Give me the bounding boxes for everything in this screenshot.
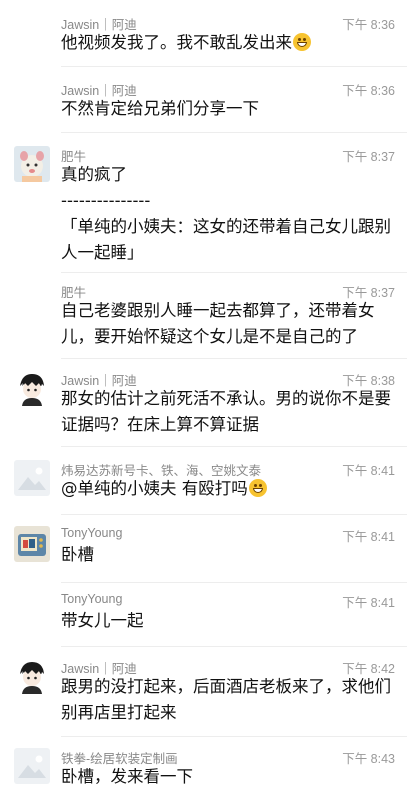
message-text[interactable]: 卧槽 xyxy=(61,542,396,568)
message-text[interactable]: 不然肯定给兄弟们分享一下 xyxy=(61,96,396,122)
grin-emoji-icon xyxy=(293,33,311,51)
cartoon-animal-avatar[interactable] xyxy=(14,146,50,182)
anime-boy-avatar[interactable] xyxy=(14,370,50,406)
message-text[interactable]: 真的疯了 --------------- 「单纯的小姨夫：这女的还带着自己女儿跟… xyxy=(61,162,396,266)
message-text[interactable]: 带女儿一起 xyxy=(61,608,396,634)
message-text[interactable]: 跟男的没打起来，后面酒店老板来了，求他们别再店里打起来 xyxy=(61,674,396,726)
retro-tv-avatar[interactable] xyxy=(14,526,50,562)
message-divider xyxy=(61,446,407,447)
anime-boy-avatar[interactable] xyxy=(14,658,50,694)
message-divider xyxy=(61,736,407,737)
message-divider xyxy=(61,132,407,133)
sender-name[interactable]: TonyYoung xyxy=(61,526,122,540)
message-divider xyxy=(61,272,407,273)
message-text[interactable]: 他视频发我了。我不敢乱发出来 xyxy=(61,30,396,56)
chat-feed: Jawsin｜阿迪 下午 8:36 他视频发我了。我不敢乱发出来 Jawsin｜… xyxy=(0,0,407,800)
message-text[interactable]: @单纯的小姨夫 有殴打吗 xyxy=(61,476,396,502)
message-text[interactable]: 卧槽，发来看一下 xyxy=(61,764,396,790)
sender-name[interactable]: TonyYoung xyxy=(61,592,122,606)
message-divider xyxy=(61,514,407,515)
message-divider xyxy=(61,358,407,359)
message-divider xyxy=(61,646,407,647)
message-text[interactable]: 那女的估计之前死活不承认。男的说你不是要证据吗？在床上算不算证据 xyxy=(61,386,396,438)
placeholder-image-avatar[interactable] xyxy=(14,748,50,784)
message-text[interactable]: 自己老婆跟别人睡一起去都算了，还带着女儿，要开始怀疑这个女儿是不是自己的了 xyxy=(61,298,396,350)
laugh-emoji-icon xyxy=(248,479,267,497)
quoted-message: 「单纯的小姨夫：这女的还带着自己女儿跟别人一起睡」 xyxy=(61,217,391,262)
message-divider xyxy=(61,582,407,583)
message-divider xyxy=(61,66,407,67)
placeholder-image-avatar[interactable] xyxy=(14,460,50,496)
